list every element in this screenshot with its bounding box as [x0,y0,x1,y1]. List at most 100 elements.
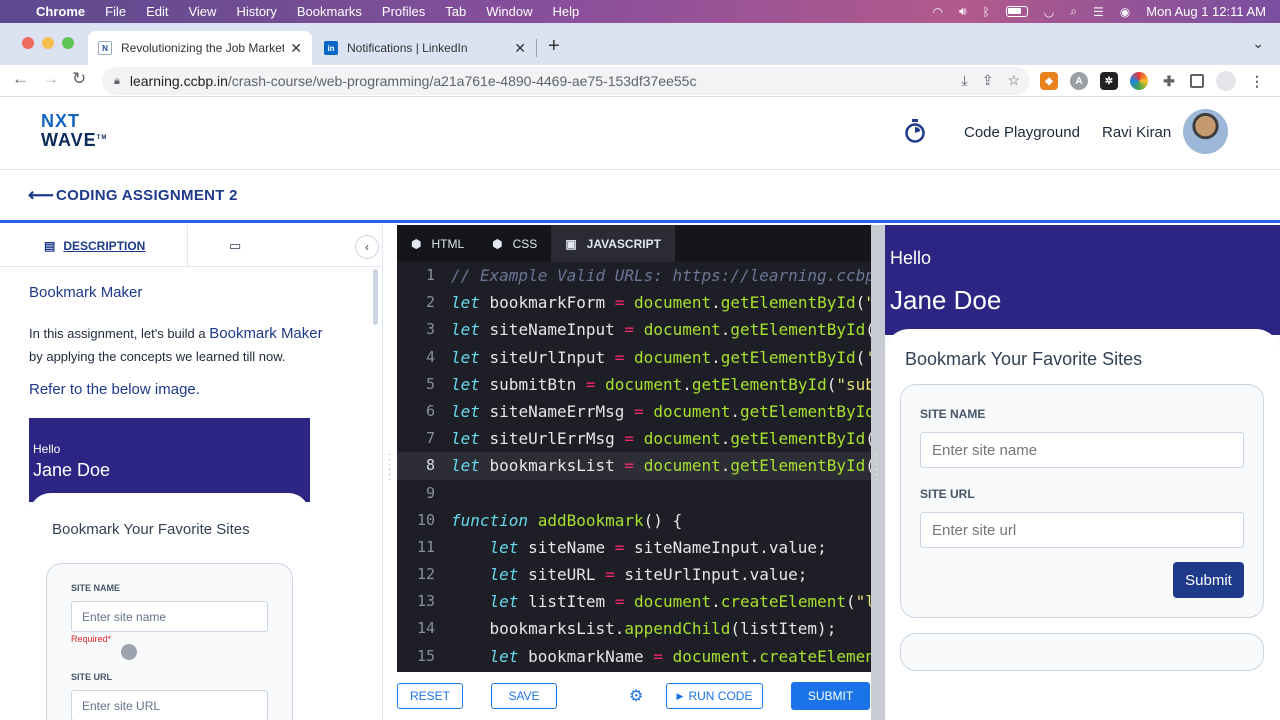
nxtwave-icon: N [98,41,112,55]
share-icon[interactable]: ⇪ [982,72,994,89]
browser-tab-strip: N Revolutionizing the Job Market ✕ in No… [0,23,1280,65]
code-line[interactable]: 1// Example Valid URLs: https://learning… [397,262,871,289]
user-name[interactable]: Ravi Kiran [1102,124,1171,141]
siri-icon[interactable]: ◉ [1120,5,1130,19]
side-panel-icon[interactable] [1190,74,1204,88]
tab-search-chevron-icon[interactable]: ⌄ [1252,35,1264,52]
collapse-panel-chevron-icon[interactable]: ‹ [355,235,379,259]
battery-icon[interactable] [1005,6,1028,17]
color-picker-extension-icon[interactable] [1130,72,1148,90]
reference-image: Hello Jane Doe Bookmark Your Favorite Si… [29,418,310,720]
reset-button[interactable]: RESET [397,683,463,709]
tab-html-label: HTML [431,236,465,251]
save-button[interactable]: SAVE [491,683,557,709]
reload-icon[interactable]: ↻ [72,69,86,89]
code-line[interactable]: 3 let siteNameInput = document.getElement… [397,316,871,343]
menu-window[interactable]: Window [486,4,532,19]
code-line[interactable]: 9 [397,480,871,507]
bookmark-star-icon[interactable]: ☆ [1007,72,1020,89]
drag-handle-icon[interactable]: · · · · · · [388,450,391,485]
code-playground-link[interactable]: Code Playground [964,124,1080,141]
back-arrow-icon[interactable]: ⟵ [28,185,54,206]
lock-icon[interactable]: 🔒︎ [114,75,120,88]
menu-tab[interactable]: Tab [445,4,466,19]
tab-html[interactable]: ⬢ HTML [397,225,478,262]
spotlight-search-icon[interactable]: ⌕ [1070,4,1077,19]
description-intro: In this assignment, let's build a Bookma… [29,322,359,368]
run-code-button[interactable]: ▶ RUN CODE [666,683,763,709]
tab-css[interactable]: ⬢ CSS [478,225,551,262]
extensions-puzzle-icon[interactable]: ✚ [1160,72,1178,90]
menubar-status-area: ◠ 🔊︎ ᛒ ◡ ⌕ ☰ ◉ Mon Aug 1 12:11 AM [933,0,1266,23]
dark-reader-extension-icon[interactable]: ✲ [1100,72,1118,90]
logo-line-2: WAVE [41,130,97,150]
panel-scrollbar[interactable] [373,269,378,325]
code-line[interactable]: 11 let siteName = siteNameInput.value; [397,534,871,561]
menu-bookmarks[interactable]: Bookmarks [297,4,362,19]
tab-javascript[interactable]: ▣ JAVASCRIPT [551,225,675,262]
code-line[interactable]: 10 function addBookmark() { [397,507,871,534]
adblock-extension-icon[interactable]: A [1070,72,1088,90]
tab-css-label: CSS [512,236,538,251]
code-line[interactable]: 5 let submitBtn = document.getElementById… [397,371,871,398]
menu-profiles[interactable]: Profiles [382,4,425,19]
code-line[interactable]: 6 let siteNameErrMsg = document.getElemen… [397,398,871,425]
more-menu-icon[interactable]: ⋮ [1248,72,1266,90]
code-line[interactable]: 2 let bookmarkForm = document.getElementB… [397,289,871,316]
menu-file[interactable]: File [105,4,126,19]
close-tab-icon[interactable]: ✕ [514,40,526,57]
accent-divider [0,220,1280,223]
drag-handle-icon[interactable]: · · · · · · [875,450,878,485]
wifi-icon[interactable]: ◡ [1044,5,1054,19]
volume-icon[interactable]: 🔊︎ [959,4,967,19]
back-arrow-icon[interactable]: ← [12,69,29,89]
address-bar[interactable]: 🔒︎ learning.ccbp.in/crash-course/web-pro… [102,67,1030,95]
preview-submit-button[interactable]: Submit [1173,562,1244,598]
code-line[interactable]: 13 let listItem = document.createElement… [397,588,871,615]
minimize-window-icon[interactable] [42,37,54,49]
site-url-input[interactable] [920,512,1244,548]
menubar-clock[interactable]: Mon Aug 1 12:11 AM [1146,4,1266,19]
menu-view[interactable]: View [188,4,216,19]
close-tab-icon[interactable]: ✕ [290,40,302,57]
timer-icon[interactable] [904,119,926,143]
reference-required-text: Required* [71,634,112,644]
zoom-window-icon[interactable] [62,37,74,49]
menu-edit[interactable]: Edit [146,4,168,19]
menu-app-name[interactable]: Chrome [36,4,85,19]
tab-description[interactable]: ▤ DESCRIPTION [0,225,188,267]
menu-history[interactable]: History [236,4,276,19]
code-line[interactable]: 14 bookmarksList.appendChild(listItem); [397,615,871,642]
site-header: NXT WAVETM Code Playground Ravi Kiran [0,97,1280,170]
nxtwave-logo[interactable]: NXT WAVETM [41,112,107,150]
new-tab-plus-icon[interactable]: + [548,35,560,58]
control-center-icon[interactable]: ☰ [1093,5,1104,19]
code-line[interactable]: 7 let siteUrlErrMsg = document.getElement… [397,425,871,452]
browser-toolbar: ← → ↻ 🔒︎ learning.ccbp.in/crash-course/w… [0,65,1280,97]
menu-help[interactable]: Help [553,4,580,19]
discussion-chat-icon[interactable]: ▭ [229,238,241,254]
gear-icon[interactable]: ⚙ [629,686,643,706]
submit-button[interactable]: SUBMIT [791,682,870,710]
profile-avatar-icon[interactable] [1216,71,1236,91]
bluetooth-icon[interactable]: ᛒ [983,5,990,19]
code-editor: ⬢ HTML ⬢ CSS ▣ JAVASCRIPT 1// Example Valid… [397,225,871,672]
code-line[interactable]: 15 let bookmarkName = document.createEle… [397,643,871,670]
avatar[interactable] [1183,109,1228,154]
site-name-input[interactable] [920,432,1244,468]
code-line[interactable]: 4 let siteUrlInput = document.getElementB… [397,344,871,371]
tab-revolutionizing-job-market[interactable]: N Revolutionizing the Job Market ✕ [88,31,312,65]
metamask-extension-icon[interactable]: ◆ [1040,72,1058,90]
code-line[interactable]: 12 let siteURL = siteUrlInput.value; [397,561,871,588]
forward-arrow-icon[interactable]: → [42,69,59,89]
refer-image-text: Refer to the below image. [29,381,200,398]
tab-linkedin-notifications[interactable]: in Notifications | LinkedIn ✕ [314,31,536,65]
headphones-icon[interactable]: ◠ [933,5,943,19]
reference-name: Jane Doe [33,460,111,480]
install-app-icon[interactable]: ⤓ [962,72,968,89]
code-line-current[interactable]: 8 let bookmarksList = document.getElement… [397,452,871,480]
code-area[interactable]: 1// Example Valid URLs: https://learning… [397,262,871,670]
reference-card-title: Bookmark Your Favorite Sites [52,521,250,538]
description-tabs: ▤ DESCRIPTION ▭ ‹ [0,225,382,267]
close-window-icon[interactable] [22,37,34,49]
